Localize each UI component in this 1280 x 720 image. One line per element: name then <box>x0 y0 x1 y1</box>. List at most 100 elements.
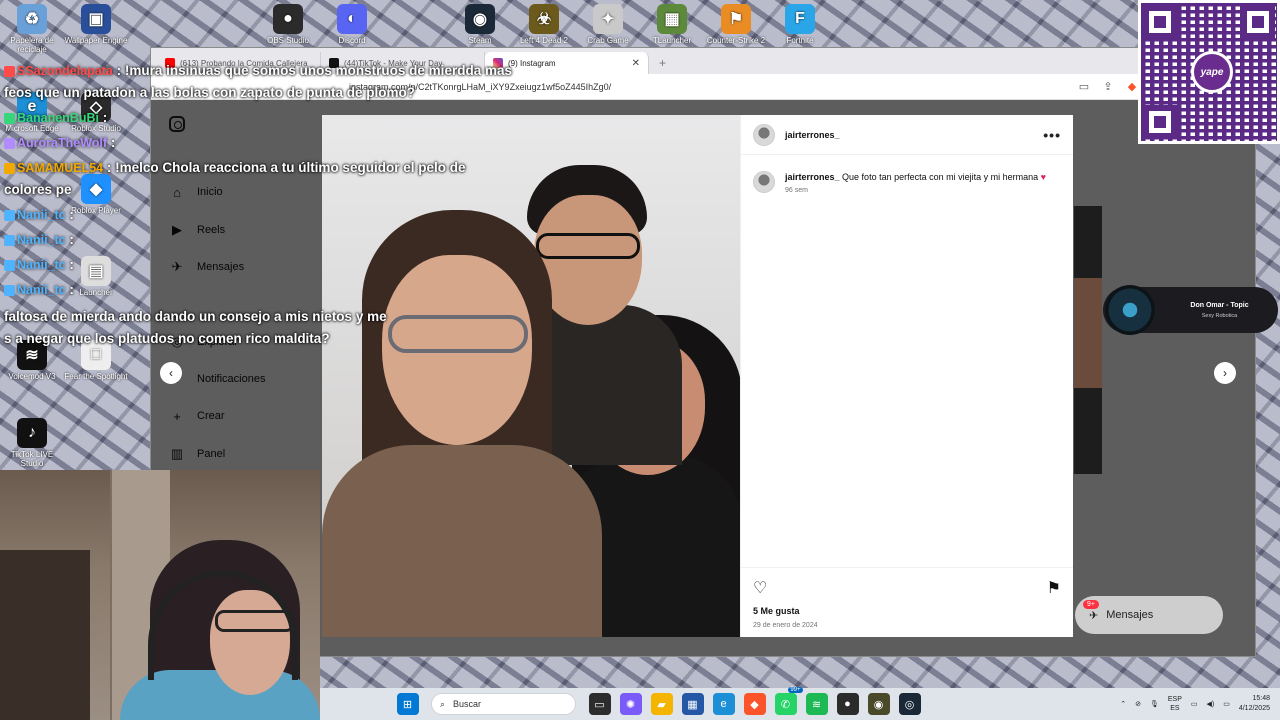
chat-message: Nanii_tc : <box>4 207 74 222</box>
caption-timestamp: 96 sem <box>785 187 808 194</box>
more-options-icon[interactable]: ••• <box>1043 127 1061 143</box>
album-art <box>1105 285 1155 335</box>
post-details: jairterrones_ ••• jairterrones_ Que foto… <box>740 115 1073 637</box>
chat-message: colores pe <box>4 182 72 197</box>
steam-icon[interactable]: ◎ <box>898 693 921 715</box>
chat-text: s a negar que los platudos no comen rico… <box>4 331 330 346</box>
caption-text: Que foto tan perfecta con mi viejita y m… <box>842 172 1039 182</box>
yape-qr-code: yape <box>1138 0 1280 144</box>
chat-text: : !mura insinuas que somos unos monstruo… <box>116 63 512 78</box>
chat-badge-icon <box>4 284 15 296</box>
file-explorer-icon[interactable]: ▰ <box>650 693 673 715</box>
avatar[interactable] <box>753 123 775 146</box>
next-post-chevron-icon[interactable]: › <box>1214 362 1236 384</box>
notification-badge: 99+ <box>788 687 803 693</box>
avatar[interactable] <box>753 171 775 193</box>
post-actions: ♡ ⚑ 5 Me gusta 29 de enero de 2024 <box>741 567 1073 637</box>
desktop-icon[interactable]: ◉ Steam <box>448 4 512 45</box>
photo-region <box>322 445 602 637</box>
display-icon[interactable]: ▭ <box>1191 700 1198 708</box>
messages-pill[interactable]: 9+ ✈ Mensajes <box>1075 596 1223 634</box>
post-username[interactable]: jairterrones_ <box>785 130 840 140</box>
close-tab-icon[interactable]: ✕ <box>632 58 640 69</box>
chat-message: Nanii_tc : <box>4 232 74 247</box>
yape-logo: yape <box>1191 51 1233 93</box>
network-off-icon[interactable]: ⊘ <box>1135 700 1141 708</box>
desktop-icon-label: OBS Studio <box>267 36 309 45</box>
post-photo[interactable] <box>322 115 740 637</box>
webcam-region <box>0 550 90 720</box>
chat-message: s a negar que los platudos no comen rico… <box>4 331 330 346</box>
desktop-icon[interactable]: ● OBS Studio <box>256 4 320 45</box>
desktop-icon[interactable]: ≋ Voicemod V3 <box>0 340 64 381</box>
desktop-icon-label: Steam <box>468 36 492 45</box>
clock-date: 4/12/2025 <box>1238 705 1270 712</box>
clock[interactable]: 15:48 4/12/2025 <box>1239 694 1270 714</box>
desktop-icon[interactable]: ♻ Papelera de reciclaje <box>0 4 64 54</box>
desktop-icon[interactable]: ♪ TikTok LIVE Studio <box>0 418 64 468</box>
volume-icon[interactable]: ◀) <box>1207 700 1215 708</box>
save-bookmark-icon[interactable]: ⚑ <box>1047 578 1061 598</box>
chat-message: SSazondelapata : !mura insinuas que somo… <box>4 63 512 78</box>
brave-shield-icon[interactable]: ◆ <box>1125 80 1139 94</box>
desktop-icon[interactable]: ⚑ Counter-Strike 2 <box>704 4 768 45</box>
desktop-icon[interactable]: ✦ Crab Game <box>576 4 640 45</box>
desktop-icon[interactable]: ☣ Left 4 Dead 2 <box>512 4 576 45</box>
search-placeholder: Buscar <box>453 699 482 709</box>
copilot-icon[interactable]: ✺ <box>619 693 642 715</box>
spotify-icon[interactable]: ≋ <box>805 693 828 715</box>
desktop-icon[interactable]: ▦ TLauncher <box>640 4 704 45</box>
chat-badge-icon <box>4 209 15 221</box>
fortnite-icon: F <box>785 4 815 34</box>
photo-region <box>388 315 528 353</box>
chat-text: faltosa de mierda ando dando un consejo … <box>4 309 387 324</box>
desktop-icon-label: TikTok LIVE Studio <box>10 450 54 468</box>
roblox-player-icon: ◆ <box>81 174 111 204</box>
store-icon[interactable]: ▦ <box>681 693 704 715</box>
microphone-icon[interactable]: 🎙 <box>1150 700 1159 708</box>
webcam-feed <box>0 470 320 720</box>
brave-icon[interactable]: ◆ <box>743 693 766 715</box>
language-indicator[interactable]: ESP ES <box>1168 695 1182 713</box>
desktop-icon[interactable]: □ Fear the Spotlight <box>64 340 128 381</box>
obs-icon[interactable]: ● <box>836 693 859 715</box>
desktop-icon[interactable]: F Fortnite <box>768 4 832 45</box>
desktop-icon-label: Fear the Spotlight <box>64 372 128 381</box>
caption-username[interactable]: jairterrones_ <box>785 172 840 182</box>
desktop-icon-label: Discord <box>338 36 366 45</box>
whatsapp-icon[interactable]: ✆ 99+ <box>774 687 803 715</box>
desktop-icon-label: Crab Game <box>587 36 629 45</box>
cast-icon[interactable]: ▭ <box>1077 80 1091 94</box>
edge-icon[interactable]: e <box>712 693 735 715</box>
chat-badge-icon <box>4 162 15 174</box>
chat-text: : !melco Chola reacciona a tu último seg… <box>106 160 466 175</box>
chat-text: : <box>102 110 108 125</box>
steam-icon: ◉ <box>465 4 495 34</box>
now-playing-title: Don Omar - Topic <box>1190 301 1249 309</box>
battery-icon[interactable]: ▭ <box>1223 700 1230 708</box>
messages-pill-label: Mensajes <box>1106 609 1154 621</box>
chat-message: Nanii_tc : <box>4 257 74 272</box>
like-heart-icon[interactable]: ♡ <box>753 578 767 598</box>
windows-start-icon[interactable]: ⊞ <box>396 693 419 715</box>
chat-text: : <box>110 135 116 150</box>
previous-post-chevron-icon[interactable]: ‹ <box>160 362 182 384</box>
lang-bottom: ES <box>1170 705 1180 712</box>
chat-text: feos que un patadon a las bolas con zapa… <box>4 85 416 100</box>
taskbar-search[interactable]: ⌕ Buscar <box>431 693 576 715</box>
desktop-icon[interactable]: ▣ Wallpaper Engine <box>64 4 128 45</box>
discord-icon: ◐ <box>337 4 367 34</box>
chat-message: feos que un patadon a las bolas con zapa… <box>4 85 415 100</box>
desktop-icon[interactable]: ◐ Discord <box>320 4 384 45</box>
chevron-up-icon[interactable]: ⌃ <box>1120 700 1126 708</box>
share-icon[interactable]: ⇪ <box>1101 80 1115 94</box>
task-view-icon[interactable]: ▭ <box>588 693 611 715</box>
messages-badge: 9+ <box>1083 600 1099 609</box>
chat-username: SSazondelapata <box>17 64 113 78</box>
like-count[interactable]: 5 Me gusta <box>753 606 1061 616</box>
unknown-app-icon[interactable]: ◉ <box>867 693 890 715</box>
new-tab-button[interactable]: + <box>649 52 676 74</box>
chat-username: Nanii_tc <box>17 258 66 272</box>
chat-badge-icon <box>4 234 15 246</box>
desktop-icon-label: Microsoft Edge <box>5 124 59 133</box>
